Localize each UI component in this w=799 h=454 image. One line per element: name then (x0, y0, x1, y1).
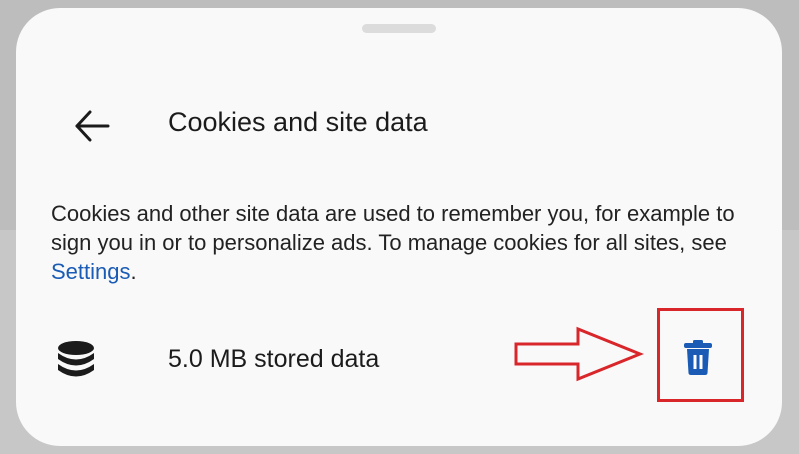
database-icon (58, 341, 94, 377)
description-text-before-link: Cookies and other site data are used to … (51, 201, 735, 255)
settings-link[interactable]: Settings (51, 259, 131, 284)
page-title: Cookies and site data (168, 107, 428, 137)
description-text-after-link: . (130, 259, 137, 284)
annotation-arrow-icon (514, 326, 645, 382)
delete-stored-data-button[interactable] (675, 334, 721, 380)
back-button[interactable] (68, 102, 116, 150)
stored-data-label: 5.0 MB stored data (168, 345, 380, 373)
description-text: Cookies and other site data are used to … (51, 199, 751, 286)
trash-icon (684, 340, 712, 375)
arrow-left-icon (75, 110, 110, 142)
bottom-sheet: Cookies and site data Cookies and other … (16, 8, 782, 446)
drag-handle[interactable] (362, 24, 436, 33)
